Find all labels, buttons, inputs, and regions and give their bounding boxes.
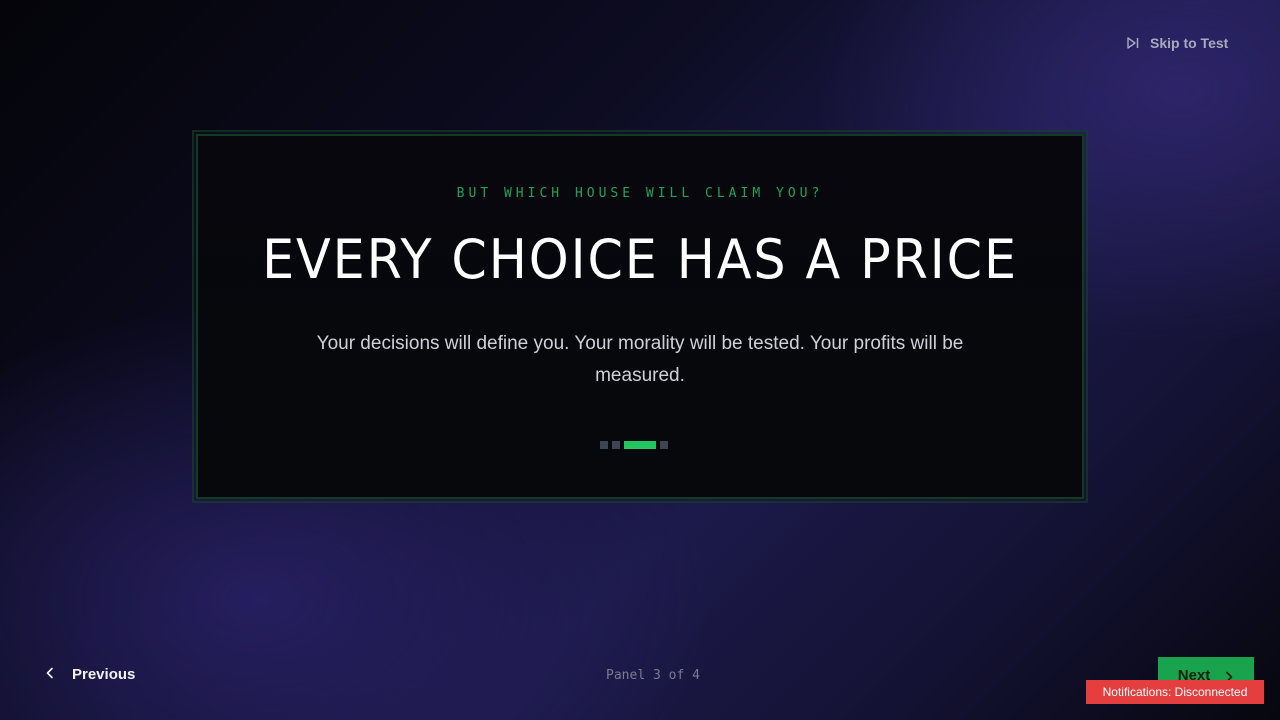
- skip-to-test-label: Skip to Test: [1150, 35, 1229, 51]
- progress-dot-3-active[interactable]: [624, 441, 656, 449]
- notifications-status-badge: Notifications: Disconnected: [1086, 680, 1264, 704]
- skip-to-test-button[interactable]: Skip to Test: [1126, 35, 1228, 51]
- panel-progress-dots: [600, 441, 668, 449]
- skip-forward-icon: [1126, 36, 1140, 50]
- panel-eyebrow: BUT WHICH HOUSE WILL CLAIM YOU?: [456, 186, 824, 201]
- panel-body-text: Your decisions will define you. Your mor…: [316, 333, 964, 386]
- panel-headline: EVERY CHOICE HAS A PRICE: [262, 228, 1018, 291]
- progress-dot-2[interactable]: [612, 441, 620, 449]
- progress-dot-4[interactable]: [660, 441, 668, 449]
- progress-dot-1[interactable]: [600, 441, 608, 449]
